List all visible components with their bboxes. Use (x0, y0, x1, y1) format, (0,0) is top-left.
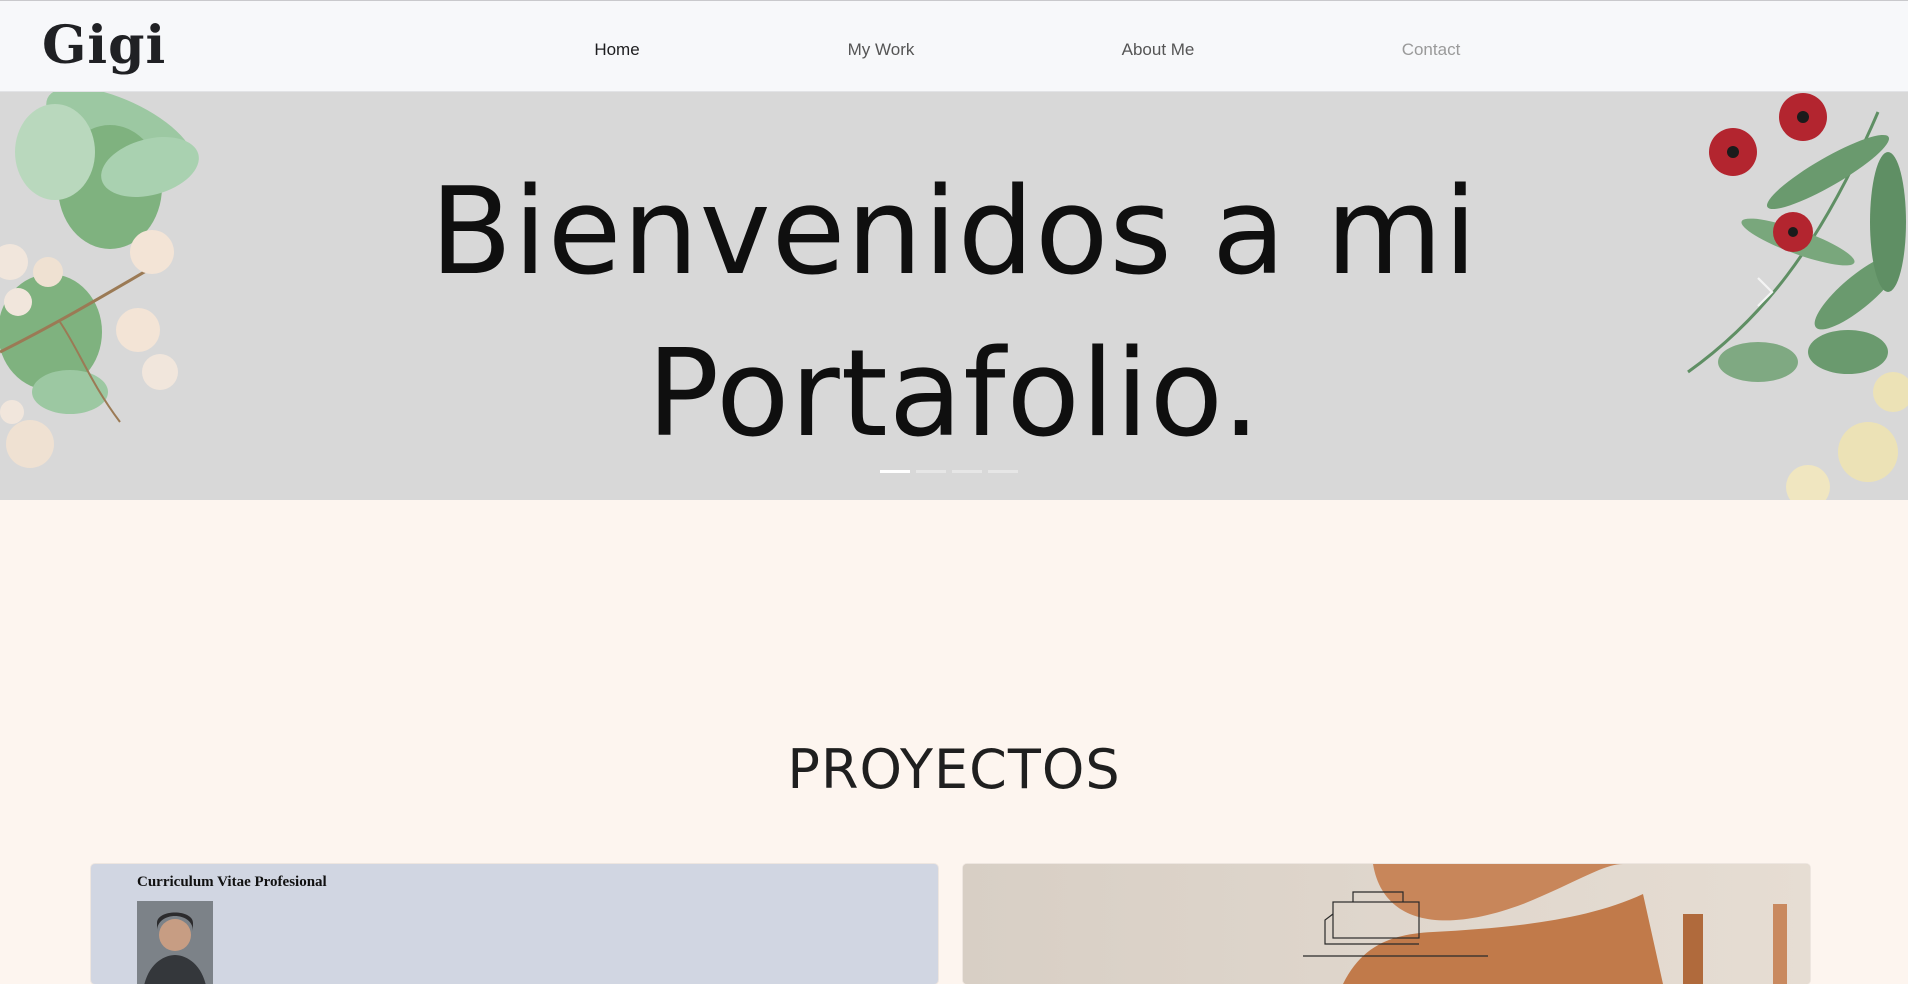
hero-slider: Bienvenidos a mi Portafolio. (0, 92, 1908, 500)
hero-title-line-1: Bienvenidos a mi (430, 163, 1478, 302)
project-card-title: Curriculum Vitae Profesional (137, 874, 327, 890)
nav-contact[interactable]: Contact (1402, 39, 1461, 61)
profile-photo (137, 901, 213, 984)
nav-my-work[interactable]: My Work (848, 39, 915, 61)
chair-photo (963, 864, 1810, 984)
slide-indicator-1[interactable] (880, 470, 910, 473)
hero-title: Bienvenidos a mi Portafolio. (0, 152, 1908, 476)
nav-home[interactable]: Home (594, 39, 639, 61)
slide-indicator-3[interactable] (952, 470, 982, 473)
nav-about-me[interactable]: About Me (1122, 39, 1195, 61)
hero-title-line-2: Portafolio. (646, 325, 1262, 464)
slide-indicator-4[interactable] (988, 470, 1018, 473)
project-card-furniture[interactable] (963, 864, 1810, 984)
top-navigation-bar: Gigi Home My Work About Me Contact (0, 0, 1908, 92)
section-title-projects: PROYECTOS (787, 737, 1121, 801)
chevron-right-icon[interactable] (1750, 272, 1780, 312)
slide-indicator-2[interactable] (916, 470, 946, 473)
main-nav: Home My Work About Me Contact (0, 1, 1908, 93)
project-card-cv[interactable]: Curriculum Vitae Profesional (91, 864, 938, 984)
